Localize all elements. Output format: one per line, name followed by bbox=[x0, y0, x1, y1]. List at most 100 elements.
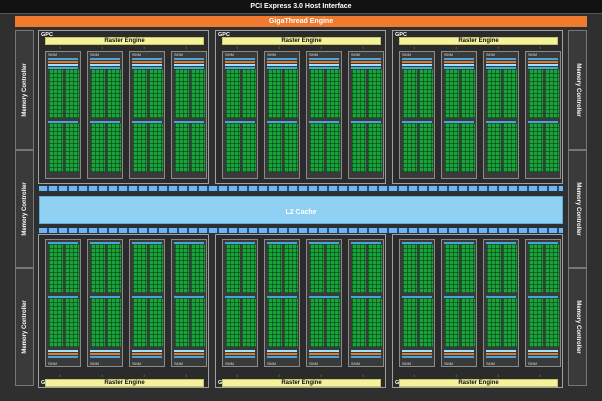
smm-strip bbox=[444, 64, 474, 66]
smm-label: SMM bbox=[225, 53, 234, 57]
smm-strip bbox=[132, 58, 162, 60]
smm-label: SMM bbox=[267, 53, 276, 57]
bidirectional-arrow-icon: ↕ bbox=[278, 373, 280, 378]
cuda-core-array bbox=[284, 244, 298, 293]
cuda-core-array bbox=[310, 69, 324, 118]
cuda-core-array bbox=[419, 123, 433, 172]
bidirectional-arrow-icon: ↕ bbox=[455, 45, 457, 50]
cuda-core-array bbox=[91, 244, 105, 293]
smm-strip bbox=[225, 353, 255, 355]
bidirectional-arrow-icon: ↕ bbox=[236, 45, 238, 50]
smm-strip bbox=[486, 61, 516, 63]
smm-strip bbox=[174, 58, 204, 60]
cuda-core-array bbox=[461, 123, 475, 172]
smm-label: SMM bbox=[267, 362, 276, 366]
cuda-core-array bbox=[461, 298, 475, 347]
cuda-core-array bbox=[91, 298, 105, 347]
cuda-core-array bbox=[529, 244, 543, 293]
smm-strip bbox=[132, 64, 162, 66]
cuda-core-array bbox=[175, 298, 189, 347]
cuda-core-array bbox=[268, 244, 282, 293]
smm-strip bbox=[225, 350, 255, 352]
gigathread-engine: GigaThread Engine bbox=[15, 16, 587, 27]
bidirectional-arrow-icon: ↕ bbox=[59, 45, 61, 50]
bidirectional-arrow-icon: ↕ bbox=[101, 373, 103, 378]
cuda-core-array bbox=[133, 298, 147, 347]
arrow-row: ↕ ↕ ↕ ↕ bbox=[45, 46, 204, 50]
smm-strip bbox=[486, 353, 516, 355]
smm-label: SMM bbox=[48, 362, 57, 366]
cuda-core-array bbox=[503, 123, 517, 172]
arrow-row: ↕ ↕ ↕ ↕ bbox=[45, 374, 204, 378]
smm-strip bbox=[225, 58, 255, 60]
cuda-core-array bbox=[226, 298, 240, 347]
smm-label: SMM bbox=[402, 53, 411, 57]
smm-strip bbox=[267, 61, 297, 63]
cuda-core-array bbox=[175, 123, 189, 172]
smm-strip bbox=[225, 61, 255, 63]
smm-label: SMM bbox=[351, 53, 360, 57]
cuda-core-array bbox=[284, 123, 298, 172]
smm-strip bbox=[402, 350, 432, 352]
bidirectional-arrow-icon: ↕ bbox=[497, 45, 499, 50]
cuda-core-array bbox=[226, 123, 240, 172]
cuda-core-array bbox=[503, 244, 517, 293]
cuda-core-array bbox=[461, 244, 475, 293]
cuda-core-array bbox=[352, 298, 366, 347]
cuda-core-array bbox=[242, 298, 256, 347]
raster-engine: Raster Engine bbox=[222, 379, 381, 387]
cuda-core-array bbox=[310, 123, 324, 172]
arrow-row: ↕ ↕ ↕ ↕ bbox=[222, 374, 381, 378]
cuda-core-array bbox=[368, 244, 382, 293]
raster-engine: Raster Engine bbox=[399, 379, 558, 387]
bidirectional-arrow-icon: ↕ bbox=[455, 373, 457, 378]
cuda-core-array bbox=[545, 244, 559, 293]
cuda-core-array bbox=[175, 69, 189, 118]
cuda-core-array bbox=[268, 69, 282, 118]
bidirectional-arrow-icon: ↕ bbox=[413, 373, 415, 378]
smm-strip bbox=[402, 58, 432, 60]
l2-cache: L2 Cache bbox=[39, 196, 563, 224]
smm-strip bbox=[351, 58, 381, 60]
smm-label: SMM bbox=[132, 362, 141, 366]
smm-block: SMM bbox=[306, 239, 342, 367]
smm-strip bbox=[267, 58, 297, 60]
smm-label: SMM bbox=[48, 53, 57, 57]
cuda-core-array bbox=[65, 123, 79, 172]
smm-strip bbox=[90, 353, 120, 355]
memory-controller-right-3: Memory Controller bbox=[568, 268, 587, 386]
gpc-5: GPCRaster Engine↕↕↕↕SMMSMMSMMSMM bbox=[215, 234, 386, 388]
cuda-core-array bbox=[403, 123, 417, 172]
bidirectional-arrow-icon: ↕ bbox=[143, 45, 145, 50]
smm-block: SMM bbox=[348, 239, 384, 367]
gpc-4: GPCRaster Engine↕↕↕↕SMMSMMSMMSMM bbox=[38, 234, 209, 388]
smm-block: SMM bbox=[171, 239, 207, 367]
smm-label: SMM bbox=[225, 362, 234, 366]
smm-label: SMM bbox=[486, 53, 495, 57]
smm-strip bbox=[48, 350, 78, 352]
crossbar-strip bbox=[39, 228, 563, 233]
cuda-core-array bbox=[545, 298, 559, 347]
smm-strip bbox=[90, 58, 120, 60]
cuda-core-array bbox=[268, 123, 282, 172]
cuda-core-array bbox=[133, 244, 147, 293]
smm-strip bbox=[225, 64, 255, 66]
raster-engine: Raster Engine bbox=[45, 37, 204, 45]
smm-strip bbox=[132, 61, 162, 63]
cuda-core-array bbox=[149, 123, 163, 172]
smm-strip bbox=[402, 356, 432, 358]
gpc-2: GPC Raster Engine ↕ ↕ ↕ ↕ SMM SMM SMM SMM bbox=[215, 30, 386, 184]
cuda-core-array bbox=[445, 244, 459, 293]
cuda-core-array bbox=[242, 244, 256, 293]
cuda-core-array bbox=[529, 298, 543, 347]
smm-label: SMM bbox=[174, 362, 183, 366]
smm-strip bbox=[48, 356, 78, 358]
cuda-core-array bbox=[175, 244, 189, 293]
smm-strip bbox=[444, 356, 474, 358]
gpc-1: GPC Raster Engine ↕ ↕ ↕ ↕ SMM SMM SMM SMM bbox=[38, 30, 209, 184]
cuda-core-array bbox=[461, 69, 475, 118]
bidirectional-arrow-icon: ↕ bbox=[278, 45, 280, 50]
smm-strip bbox=[90, 64, 120, 66]
smm-strip bbox=[528, 58, 558, 60]
cuda-core-array bbox=[403, 244, 417, 293]
